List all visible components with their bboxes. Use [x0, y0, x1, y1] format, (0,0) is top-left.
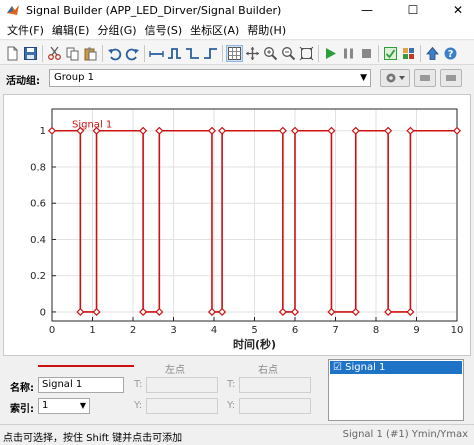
y-tick-label: 0.8 — [30, 162, 46, 173]
redo-icon[interactable] — [124, 45, 141, 62]
y-tick-label: 0.4 — [30, 235, 46, 246]
zoom-out-icon[interactable] — [280, 45, 297, 62]
signal-list[interactable]: ☑ Signal 1 — [328, 359, 464, 421]
status-text: 点击可选择，按住 Shift 键并点击可添加 — [3, 433, 183, 444]
menu-signal[interactable]: 信号(S) — [141, 22, 187, 38]
x-tick-label: 0 — [49, 325, 55, 336]
y-tick-label: 0 — [40, 307, 46, 318]
right-y-input[interactable] — [239, 398, 311, 414]
signal-up-icon[interactable] — [184, 45, 201, 62]
active-group-label: 活动组: — [6, 76, 40, 87]
zoom-in-icon[interactable] — [262, 45, 279, 62]
group-settings-button[interactable] — [380, 69, 410, 87]
minimize-button[interactable]: — — [352, 0, 382, 20]
library-icon[interactable] — [400, 45, 417, 62]
pan-icon[interactable] — [244, 45, 261, 62]
save-icon[interactable] — [22, 45, 39, 62]
group-delete-button[interactable] — [440, 69, 462, 87]
group-copy-icon — [420, 75, 430, 81]
signal-index-value: 1 — [42, 400, 49, 411]
signal-properties-panel: 左点 右点 名称: Signal 1 T: T: 索引: 1 ▼ Y: Y: ☑… — [0, 357, 474, 423]
menu-file[interactable]: 文件(F) — [3, 22, 48, 38]
toolbar: ? — [0, 41, 474, 65]
y-tick-label: 0.6 — [30, 199, 46, 210]
pause-icon[interactable] — [340, 45, 357, 62]
left-point-header: 左点 — [165, 365, 185, 376]
menu-group[interactable]: 分组(G) — [93, 22, 140, 38]
left-y-label: Y: — [134, 400, 143, 411]
step-icon[interactable] — [148, 45, 165, 62]
window-title: Signal Builder (APP_LED_Dirver/Signal Bu… — [26, 3, 282, 17]
copy-icon[interactable] — [64, 45, 81, 62]
menu-edit[interactable]: 编辑(E) — [48, 22, 94, 38]
x-tick-label: 7 — [332, 325, 338, 336]
left-t-label: T: — [134, 379, 143, 390]
up-arrow-icon[interactable] — [424, 45, 441, 62]
x-tick-label: 4 — [211, 325, 217, 336]
active-group-row: 活动组: Group 1 ▼ — [0, 66, 474, 90]
help-icon[interactable]: ? — [442, 45, 459, 62]
menu-axes[interactable]: 坐标区(A) — [186, 22, 243, 38]
left-y-input[interactable] — [146, 398, 218, 414]
x-tick-label: 6 — [292, 325, 298, 336]
x-tick-label: 3 — [170, 325, 176, 336]
x-axis-label: 时间(秒) — [233, 337, 276, 351]
title-bar: Signal Builder (APP_LED_Dirver/Signal Bu… — [0, 0, 474, 20]
fit-icon[interactable] — [298, 45, 315, 62]
signal-builder-window: Signal Builder (APP_LED_Dirver/Signal Bu… — [0, 0, 474, 445]
right-t-label: T: — [227, 379, 236, 390]
status-signal-info: Signal 1 (#1) Ymin/Ymax — [342, 429, 468, 440]
x-tick-label: 5 — [251, 325, 257, 336]
undo-icon[interactable] — [106, 45, 123, 62]
chevron-down-icon: ▼ — [360, 73, 367, 83]
x-tick-label: 1 — [89, 325, 95, 336]
paste-icon[interactable] — [82, 45, 99, 62]
menu-bar: 文件(F) 编辑(E) 分组(G) 信号(S) 坐标区(A) 帮助(H) — [0, 20, 474, 40]
x-tick-label: 8 — [373, 325, 379, 336]
signal-index-select[interactable]: 1 ▼ — [38, 398, 90, 414]
maximize-button[interactable]: ☐ — [398, 0, 428, 20]
signal-index-label: 索引: — [10, 404, 34, 415]
y-tick-label: 0.2 — [30, 271, 46, 282]
grid-icon[interactable] — [226, 45, 243, 62]
pulse-icon[interactable] — [166, 45, 183, 62]
signal-name-input[interactable]: Signal 1 — [38, 377, 124, 393]
right-point-header: 右点 — [258, 365, 278, 376]
signal-list-item[interactable]: ☑ Signal 1 — [330, 361, 462, 374]
signal-down-icon[interactable] — [202, 45, 219, 62]
close-button[interactable]: ✕ — [443, 0, 473, 20]
svg-text:?: ? — [448, 49, 454, 60]
matlab-icon — [7, 5, 19, 15]
menu-help[interactable]: 帮助(H) — [243, 22, 290, 38]
new-icon[interactable] — [4, 45, 21, 62]
stop-icon[interactable] — [358, 45, 375, 62]
signal-name-label: 名称: — [10, 383, 34, 394]
status-bar: 点击可选择，按住 Shift 键并点击可添加 Signal 1 (#1) Ymi… — [0, 424, 474, 445]
signal-name-label: Signal 1 — [72, 120, 112, 131]
signal-legend-line — [38, 365, 134, 367]
verification-icon[interactable] — [382, 45, 399, 62]
active-group-value: Group 1 — [54, 72, 94, 83]
right-t-input[interactable] — [239, 377, 311, 393]
x-tick-label: 2 — [130, 325, 136, 336]
signal-axes-panel[interactable]: 0 1 2 3 4 5 6 7 8 9 10 0 0.2 0.4 0.6 0.8 1 时间(秒) Signal 1 — [3, 94, 471, 356]
right-y-label: Y: — [227, 400, 236, 411]
group-copy-button[interactable] — [414, 69, 436, 87]
cut-icon[interactable] — [46, 45, 63, 62]
signal-chart[interactable]: 0 1 2 3 4 5 6 7 8 9 10 0 0.2 0.4 0.6 0.8 1 时间(秒) Signal 1 — [4, 95, 470, 355]
x-tick-label: 9 — [413, 325, 419, 336]
left-t-input[interactable] — [146, 377, 218, 393]
x-tick-label: 10 — [451, 325, 464, 336]
chevron-down-icon: ▼ — [79, 401, 86, 410]
run-icon[interactable] — [322, 45, 339, 62]
gear-icon — [386, 73, 405, 83]
active-group-select[interactable]: Group 1 ▼ — [49, 69, 371, 87]
group-delete-icon — [446, 75, 456, 81]
y-tick-label: 1 — [40, 126, 46, 137]
